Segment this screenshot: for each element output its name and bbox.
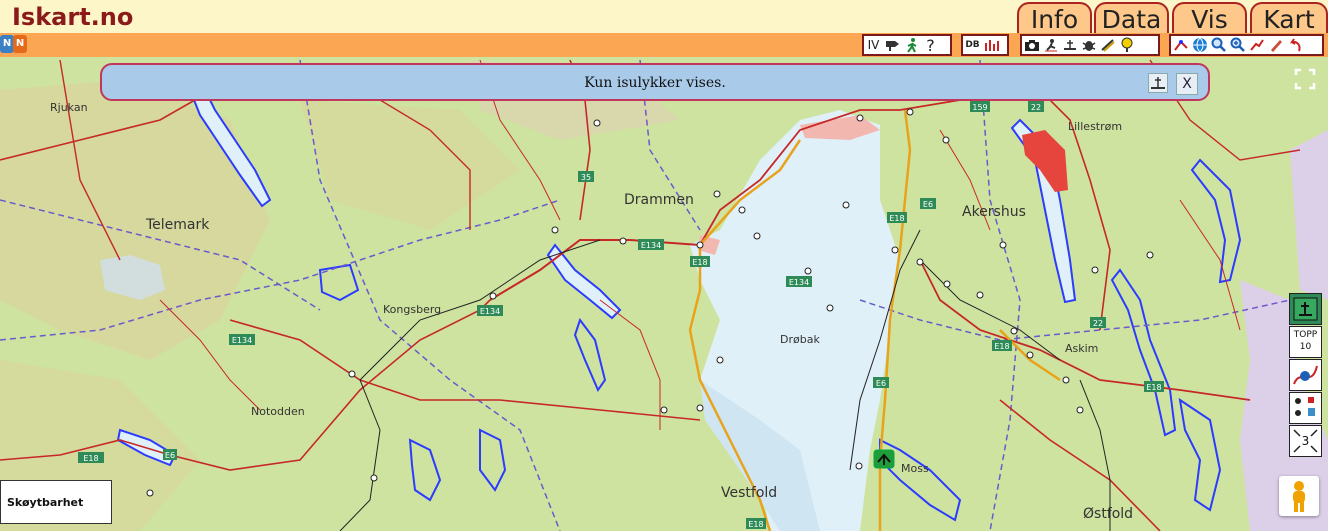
road-label: E18 [83,454,98,463]
tab-data[interactable]: Data [1094,2,1169,35]
top10-label: TOPP [1293,330,1318,340]
map-canvas[interactable]: 35 E134 E134 E134 E18 E134 E6 E18 E6 E18… [0,57,1328,531]
legend-panel[interactable]: Skøytbarhet [0,480,112,524]
place-label: Østfold [1083,506,1133,522]
ski-icon[interactable] [1098,36,1117,54]
language-nn-icon[interactable]: N [13,35,27,53]
notice-text: Kun isulykker vises. [584,75,726,91]
tab-vis[interactable]: Vis [1172,2,1247,35]
location-pin-icon[interactable] [1117,36,1136,54]
fullscreen-icon[interactable] [1294,68,1316,90]
place-label: Akershus [962,204,1026,220]
road-label: E134 [480,307,500,316]
globe-icon[interactable] [1190,36,1209,54]
place-label: Askim [1065,342,1098,355]
iv-button[interactable]: IV [864,36,883,54]
road-label: E134 [789,278,809,287]
road-label: 22 [1031,103,1041,112]
notice-banner: Kun isulykker vises. X [100,63,1210,101]
measure-icon[interactable] [1171,36,1190,54]
undo-icon[interactable] [1285,36,1304,54]
road-label: 35 [581,173,591,182]
street-view-pegman-icon[interactable] [1279,476,1319,516]
skater-icon[interactable] [1041,36,1060,54]
road-label: E18 [748,520,763,529]
place-label: Moss [901,462,929,475]
legend-label: Skøytbarhet [7,496,84,509]
road-label: E6 [876,379,886,388]
ice-layer-button[interactable] [1289,293,1322,325]
tab-info[interactable]: Info [1017,2,1092,35]
camera-icon[interactable] [1022,36,1041,54]
help-button[interactable]: ? [921,36,940,55]
database-icon[interactable]: DB [963,36,982,54]
cluster-count: 3 [1301,434,1310,448]
app-logo[interactable]: Iskart.no [12,3,133,31]
app-header: Iskart.no Info Data Vis Kart [0,0,1328,35]
ice-accident-icon[interactable] [1060,36,1079,54]
road-label: E18 [889,214,904,223]
toolbar-group-layers [1020,34,1160,56]
road-label: E134 [232,336,252,345]
road-label: 159 [972,103,987,112]
place-label: Notodden [251,405,305,418]
news-icon[interactable] [883,36,902,54]
cluster-count-button[interactable]: 3 [1289,425,1322,457]
language-no-icon[interactable]: N [0,35,14,53]
chart-icon[interactable] [982,36,1001,54]
tab-kart[interactable]: Kart [1250,2,1328,35]
road-label: E6 [923,200,933,209]
points-icon[interactable] [1289,392,1322,424]
road-label: E134 [641,241,661,250]
bug-icon[interactable] [1079,36,1098,54]
place-label: Drøbak [780,333,820,346]
road-label: E18 [692,258,707,267]
road-label: E18 [994,342,1009,351]
walker-icon[interactable] [902,36,921,54]
zoom-icon[interactable] [1209,36,1228,54]
road-label: 22 [1093,319,1103,328]
draw-line-icon[interactable] [1247,36,1266,54]
pencil-icon[interactable] [1266,36,1285,54]
place-label: Telemark [145,217,210,233]
zoom-in-icon[interactable] [1228,36,1247,54]
place-label: Drammen [624,192,694,208]
place-label: Vestfold [721,485,777,501]
road-label: E6 [165,451,175,460]
toolbar-group-map [1169,34,1324,56]
ice-accident-icon[interactable] [1148,73,1168,93]
toolbar-group-info: IV ? [862,34,952,56]
toolbar-group-data: DB [961,34,1009,56]
route-icon[interactable] [1289,359,1322,391]
ice-accident-marker [873,449,895,469]
top10-value: 10 [1299,342,1312,352]
place-label: Lillestrøm [1068,120,1122,133]
place-label: Kongsberg [383,303,441,316]
close-button[interactable]: X [1176,73,1198,95]
top10-button[interactable]: TOPP 10 [1289,326,1322,358]
road-label: E18 [1146,383,1161,392]
place-label: Rjukan [50,101,88,114]
map-svg: 35 E134 E134 E134 E18 E134 E6 E18 E6 E18… [0,57,1328,531]
